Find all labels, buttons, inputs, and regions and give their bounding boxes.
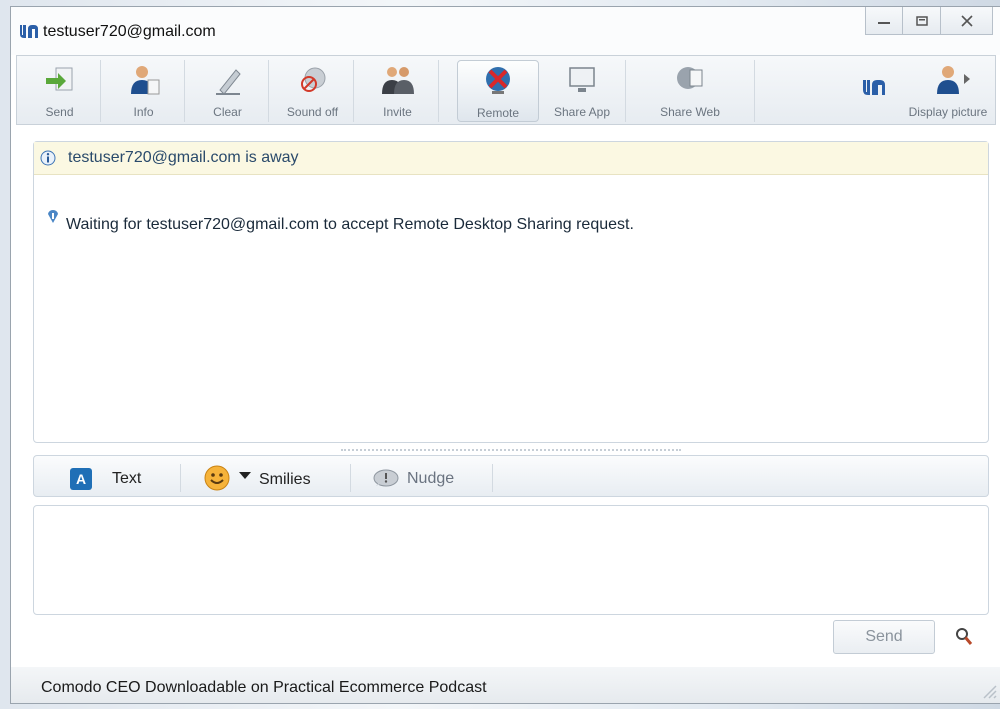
toolbar-info-button[interactable]: Info: [103, 60, 185, 122]
toolbar-share-app-button[interactable]: Share App: [541, 60, 623, 122]
toolbar-share-web-label: Share Web: [660, 105, 720, 119]
status-bar-text[interactable]: Comodo CEO Downloadable on Practical Eco…: [41, 679, 487, 697]
nudge-button[interactable]: Nudge: [407, 470, 454, 488]
share-web-icon: [677, 67, 703, 89]
title-bar[interactable]: testuser720@gmail.com: [11, 7, 1000, 55]
toolbar-info-label: Info: [133, 105, 154, 119]
toolbar-invite-label: Invite: [383, 105, 412, 119]
toolbar-sound-off-label: Sound off: [286, 105, 339, 119]
info-icon: [40, 150, 56, 166]
message-info-icon: [48, 210, 58, 223]
divider: [492, 464, 493, 492]
toolbar-remote-label: Remote: [476, 106, 520, 120]
toolbar-invite-button[interactable]: Invite: [357, 60, 439, 122]
text-format-button[interactable]: Text: [112, 470, 141, 488]
format-bar: A Text Smilies Nudge: [33, 455, 989, 497]
chat-window: testuser720@gmail.com Send Info Clear So…: [10, 6, 1000, 704]
away-notice-text: testuser720@gmail.com is away: [68, 149, 299, 166]
restore-button[interactable]: [903, 7, 941, 35]
smilies-dropdown-caret-icon[interactable]: [239, 472, 251, 479]
remote-desktop-icon: [486, 67, 510, 94]
status-bar: Comodo CEO Downloadable on Practical Eco…: [11, 667, 1000, 703]
message-input[interactable]: [33, 505, 989, 615]
divider: [350, 464, 351, 492]
text-format-icon[interactable]: A: [70, 468, 92, 490]
app-logo-icon: [20, 25, 38, 38]
display-picture-label: Display picture: [908, 105, 988, 119]
toolbar-sound-off-button[interactable]: Sound off: [272, 60, 354, 122]
divider: [180, 464, 181, 492]
toolbar-send-button[interactable]: Send: [19, 60, 101, 122]
toolbar-clear-button[interactable]: Clear: [187, 60, 269, 122]
toolbar-send-label: Send: [45, 105, 74, 119]
toolbar-clear-label: Clear: [213, 105, 242, 119]
toolbar-remote-button[interactable]: Remote: [457, 60, 539, 122]
chat-history[interactable]: testuser720@gmail.com is away Waiting fo…: [33, 141, 989, 443]
close-button[interactable]: [941, 7, 993, 35]
display-picture-button[interactable]: Display picture: [903, 60, 993, 122]
minimize-button[interactable]: [865, 7, 903, 35]
display-picture-icon: [937, 66, 970, 94]
away-notice-bar: testuser720@gmail.com is away: [34, 142, 988, 175]
send-message-button[interactable]: Send: [833, 620, 935, 654]
toolbar-share-app-label: Share App: [553, 105, 611, 119]
eraser-icon: [215, 69, 241, 95]
system-message: Waiting for testuser720@gmail.com to acc…: [66, 216, 634, 233]
restore-icon: [915, 15, 928, 26]
sound-off-icon: [300, 67, 325, 92]
invite-users-icon: [381, 67, 414, 94]
toolbar: Send Info Clear Sound off Invite Remote …: [16, 55, 996, 125]
brand-logo-icon: [863, 80, 885, 95]
minimize-icon: [878, 21, 890, 24]
smilies-button[interactable]: Smilies: [259, 471, 311, 489]
resize-grip-icon[interactable]: [979, 681, 997, 699]
search-icon[interactable]: [955, 627, 973, 647]
nudge-icon[interactable]: [370, 468, 400, 490]
toolbar-share-web-button[interactable]: Share Web: [625, 60, 755, 122]
window-title: testuser720@gmail.com: [43, 23, 216, 40]
share-app-icon: [569, 67, 595, 92]
close-icon: [960, 14, 973, 27]
smiley-icon[interactable]: [204, 465, 230, 491]
send-file-icon: [45, 67, 72, 91]
contact-info-icon: [130, 66, 159, 95]
